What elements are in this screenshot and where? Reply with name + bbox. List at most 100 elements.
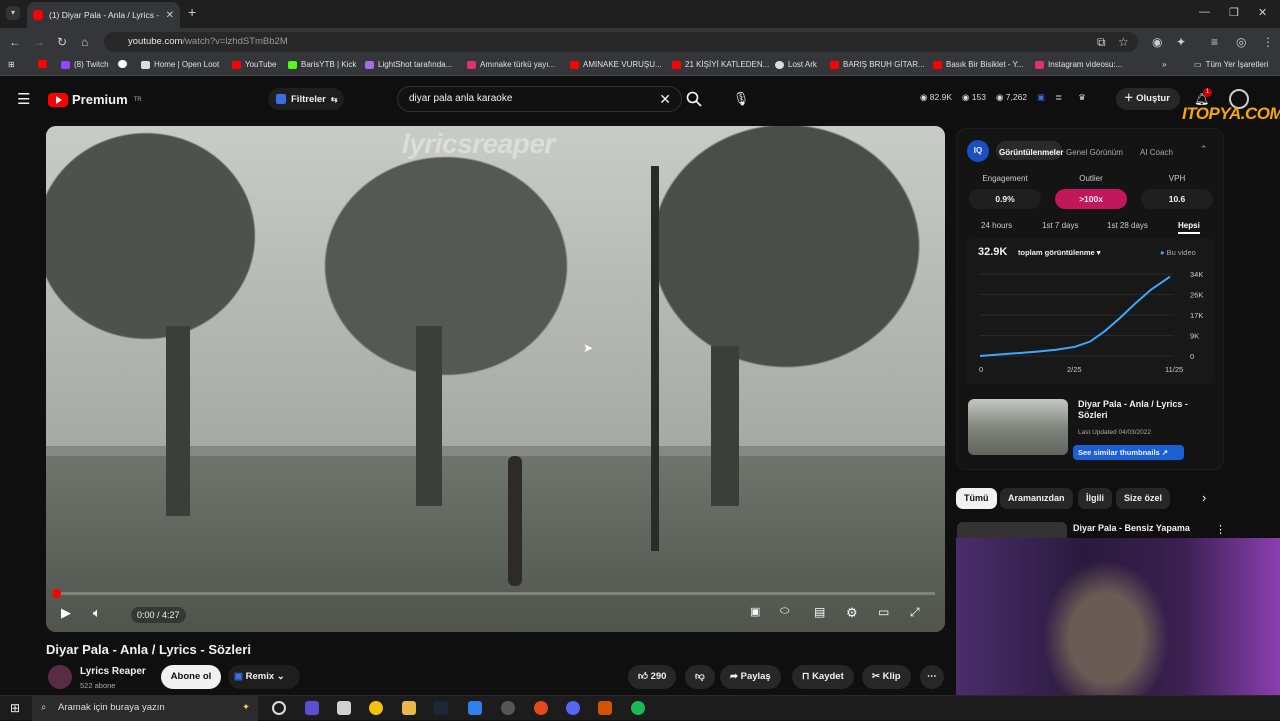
- recommendation-thumbnail[interactable]: [957, 522, 1067, 538]
- bookmark-item[interactable]: (8) Twitch: [61, 60, 109, 69]
- recommendation-menu-icon[interactable]: ⋮: [1215, 523, 1226, 536]
- home-icon[interactable]: ⌂: [81, 35, 88, 49]
- like-button[interactable]: 👍︎ 290: [628, 665, 677, 689]
- spotify-icon[interactable]: [631, 701, 645, 715]
- install-icon[interactable]: ⧉: [1097, 35, 1106, 50]
- discord-icon[interactable]: [566, 701, 580, 715]
- taskbar-app-icon[interactable]: [305, 701, 319, 715]
- share-button[interactable]: ➦ Paylaş: [720, 665, 781, 689]
- bookmark-item[interactable]: YouTube: [232, 60, 276, 69]
- video-player[interactable]: lyricsreaper ▶ 🔈︎ 0:00 / 4:27 ▣ ⬭ ▤ ⚙ ▭ …: [46, 126, 945, 632]
- more-bookmarks-icon[interactable]: »: [1162, 60, 1166, 69]
- menu-icon[interactable]: ⋮: [1262, 35, 1274, 49]
- trophy-icon[interactable]: ♛: [1078, 92, 1086, 103]
- tab-overview[interactable]: Genel Görünüm: [1066, 148, 1123, 157]
- file-explorer-icon[interactable]: [402, 701, 416, 715]
- clear-search-icon[interactable]: ✕: [659, 87, 671, 111]
- youtube-logo[interactable]: Premium TR: [48, 92, 142, 107]
- autoplay-toggle[interactable]: ⬭: [780, 605, 789, 618]
- settings-icon[interactable]: ⚙: [846, 605, 858, 621]
- chip-all[interactable]: Tümü: [956, 488, 997, 509]
- close-window-icon[interactable]: ✕: [1258, 6, 1267, 19]
- bookmark-item[interactable]: BARIŞ BRUH GİTAR...: [830, 60, 925, 69]
- google-icon[interactable]: [118, 60, 127, 68]
- browser-tab-active[interactable]: (1) Diyar Pala - Anla / Lyrics - Sö ✕: [27, 2, 180, 28]
- fullscreen-icon[interactable]: ⤢: [910, 605, 920, 620]
- scrubber-handle[interactable]: [52, 589, 61, 598]
- apps-icon[interactable]: ⊞: [8, 60, 15, 69]
- star-icon[interactable]: ☆: [1118, 35, 1129, 49]
- tab-views[interactable]: Görüntülenmeler: [999, 148, 1063, 157]
- media-icon[interactable]: ≡: [1211, 35, 1218, 49]
- extensions-icon[interactable]: ✦: [1176, 35, 1186, 49]
- taskbar-app-icon[interactable]: [468, 701, 482, 715]
- back-icon[interactable]: ←: [9, 35, 21, 49]
- taskbar-app-icon[interactable]: [501, 701, 515, 715]
- restore-icon[interactable]: ❐: [1229, 6, 1239, 19]
- store-icon[interactable]: [337, 701, 351, 715]
- tab-ai-coach[interactable]: AI Coach: [1140, 148, 1173, 157]
- vidiq-player-icon[interactable]: ▣: [750, 605, 760, 618]
- subtitles-icon[interactable]: ▤: [814, 605, 825, 619]
- search-button[interactable]: [686, 86, 708, 112]
- chrome-icon[interactable]: [369, 701, 383, 715]
- range-all[interactable]: Hepsi: [1178, 221, 1200, 234]
- forward-icon[interactable]: →: [33, 35, 45, 49]
- checklist-icon[interactable]: ≣: [1055, 92, 1062, 103]
- range-24h[interactable]: 24 hours: [981, 221, 1012, 230]
- task-view-icon[interactable]: [272, 701, 286, 715]
- taskbar-app-icon[interactable]: [598, 701, 612, 715]
- more-actions-icon[interactable]: ⋯: [920, 665, 944, 689]
- dislike-button[interactable]: 👎︎: [685, 665, 715, 689]
- url-input[interactable]: youtube.com/watch?v=lzhdSTmBb2M: [104, 32, 1138, 52]
- bookmark-item[interactable]: Basık Bir Bisiklet - Y...: [933, 60, 1024, 69]
- chips-next-icon[interactable]: ›: [1202, 490, 1206, 505]
- recommendation-title[interactable]: Diyar Pala - Bensiz Yapama: [1073, 523, 1190, 533]
- chip-related[interactable]: İlgili: [1078, 488, 1112, 509]
- bookmark-item[interactable]: AMINAKE VURUŞU...: [570, 60, 662, 69]
- search-input[interactable]: diyar pala anla karaoke ✕: [397, 86, 682, 112]
- clip-button[interactable]: ✂ Klip: [862, 665, 911, 689]
- create-button[interactable]: ＋ Oluştur: [1116, 88, 1180, 110]
- bookmark-item[interactable]: BarisYTB | Kick: [288, 60, 356, 69]
- save-button[interactable]: ⊓ Kaydet: [792, 665, 854, 689]
- miniplayer-icon[interactable]: ▭: [878, 605, 889, 619]
- tab-search-icon[interactable]: ▾: [6, 6, 20, 20]
- vidiq-icon[interactable]: ▣: [1037, 92, 1045, 103]
- range-7d[interactable]: 1st 7 days: [1042, 221, 1078, 230]
- bookmark-item[interactable]: Lost Ark: [775, 60, 817, 69]
- profile-icon[interactable]: ◎: [1236, 35, 1246, 49]
- chip-from-search[interactable]: Aramanızdan: [1000, 488, 1073, 509]
- chip-for-you[interactable]: Size özel: [1116, 488, 1171, 509]
- volume-icon[interactable]: 🔈︎: [93, 605, 101, 621]
- thumbnail-preview[interactable]: [968, 399, 1068, 455]
- new-tab-icon[interactable]: +: [188, 4, 196, 20]
- similar-thumbnails-button[interactable]: See similar thumbnails ↗: [1073, 445, 1184, 460]
- voice-search-icon[interactable]: 🎙: [730, 86, 752, 112]
- bookmark-item[interactable]: Home | Open Loot: [141, 60, 219, 69]
- play-icon[interactable]: ▶: [61, 605, 71, 621]
- hamburger-menu-icon[interactable]: ☰: [17, 90, 30, 108]
- extension-profile-icon[interactable]: ◉: [1152, 35, 1162, 49]
- reload-icon[interactable]: ↻: [57, 35, 67, 49]
- filters-button[interactable]: Filtreler ⇆: [268, 88, 344, 110]
- subscribe-button[interactable]: Abone ol: [161, 665, 221, 689]
- bookmark-item[interactable]: Instagram videosu:...: [1035, 60, 1122, 69]
- metric-dropdown[interactable]: toplam görüntülenme ▾: [1018, 248, 1101, 257]
- taskbar-search[interactable]: ⌕ Aramak için buraya yazın ✦: [32, 696, 258, 721]
- all-bookmarks[interactable]: ▭ Tüm Yer İşaretleri: [1194, 60, 1268, 69]
- bookmark-item[interactable]: Amınake türkü yayı...: [467, 60, 555, 69]
- collapse-icon[interactable]: ⌃: [1200, 144, 1208, 155]
- channel-name[interactable]: Lyrics Reaper: [80, 666, 146, 677]
- progress-bar[interactable]: [52, 589, 935, 598]
- bookmark-youtube-icon[interactable]: [38, 60, 47, 68]
- remix-button[interactable]: ▣ Remix ⌄: [228, 665, 300, 689]
- steam-icon[interactable]: [434, 701, 448, 715]
- chrome-active-icon[interactable]: [534, 701, 548, 715]
- bookmark-item[interactable]: LightShot tarafında...: [365, 60, 452, 69]
- channel-avatar[interactable]: [48, 665, 72, 689]
- bookmark-item[interactable]: 21 KİŞİYİ KATLEDEN...: [672, 60, 769, 69]
- minimize-icon[interactable]: —: [1199, 6, 1210, 18]
- close-tab-icon[interactable]: ✕: [166, 10, 174, 21]
- windows-start-icon[interactable]: ⊞: [10, 701, 20, 715]
